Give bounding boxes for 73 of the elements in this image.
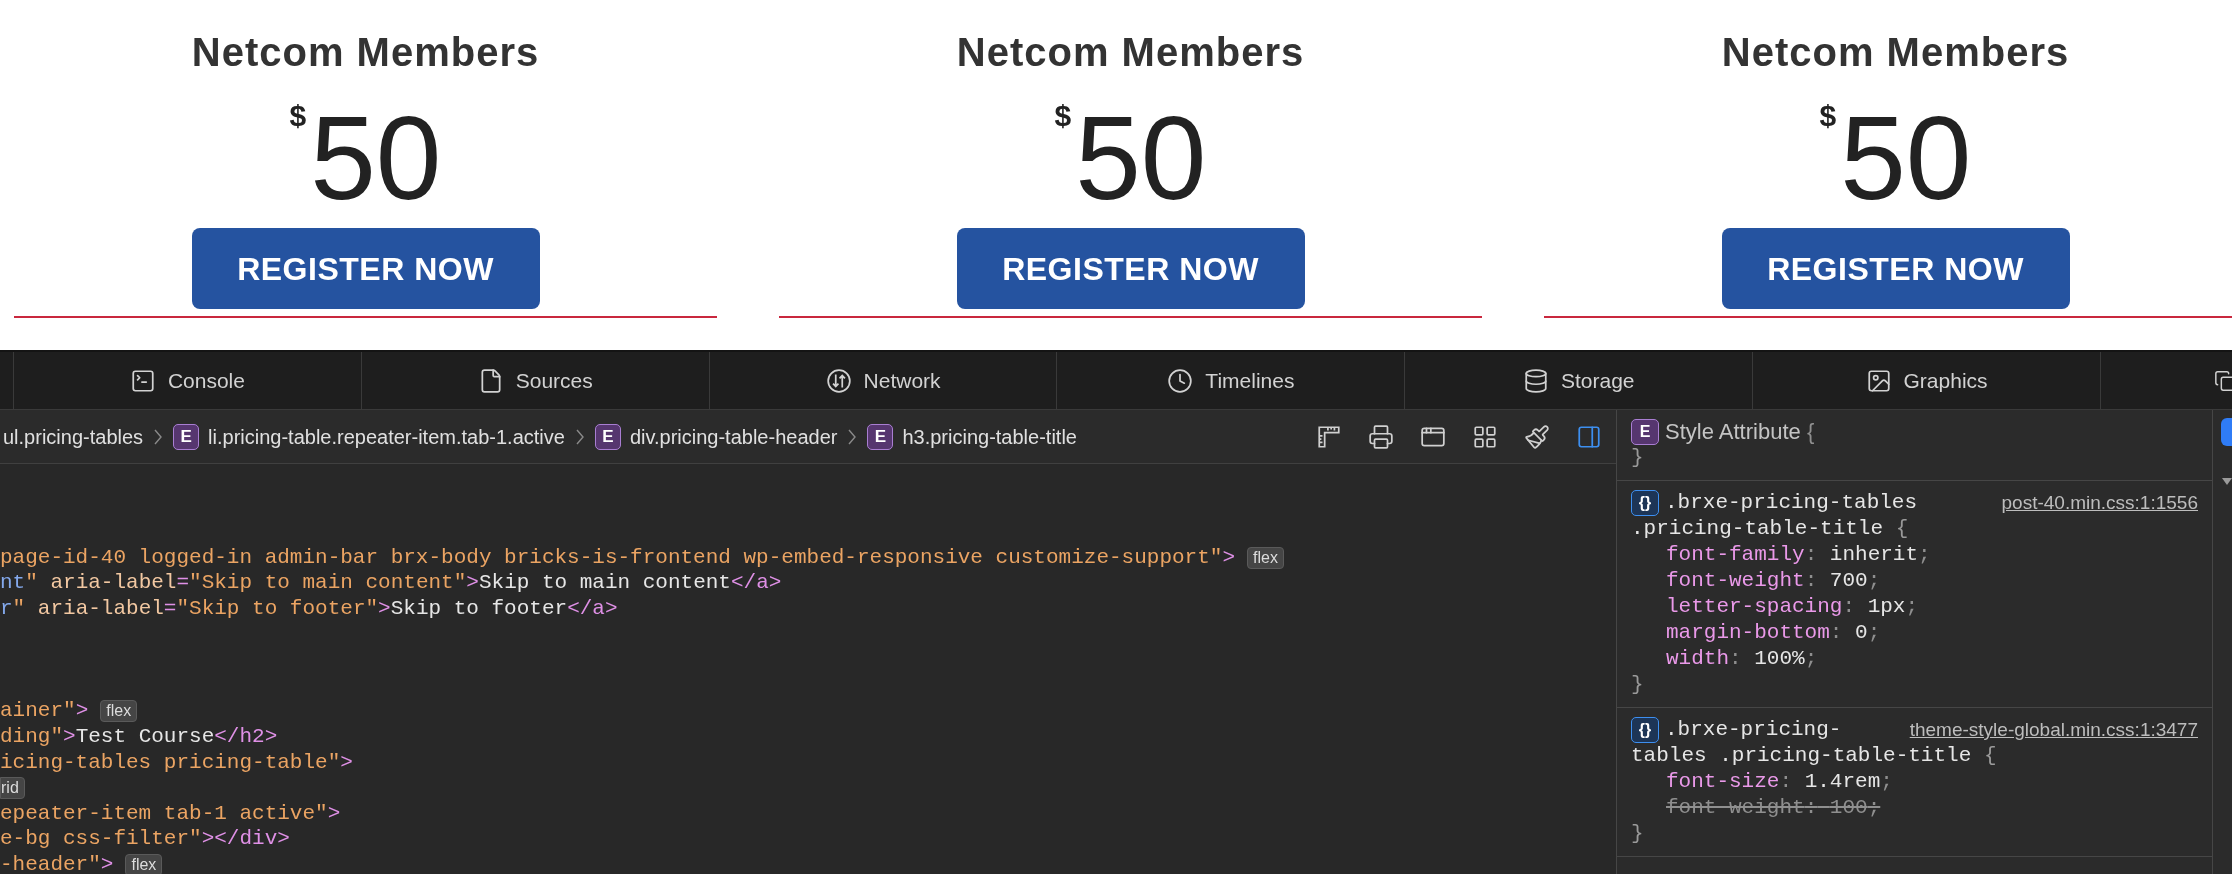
price-amount: 50	[310, 99, 442, 217]
closing-brace: }	[1631, 673, 1644, 696]
currency-symbol: $	[1054, 99, 1072, 133]
element-badge: E	[1631, 419, 1659, 445]
printer-icon[interactable]	[1368, 423, 1394, 450]
css-selector: .brxe-pricing-	[1665, 717, 1842, 743]
element-badge: E	[594, 423, 621, 450]
closing-brace: }	[1631, 446, 1644, 469]
code-line: ding">Test Course</h2>	[0, 723, 278, 750]
code-line: icing-tables pricing-table">	[0, 749, 353, 776]
code-line: r" aria-label="Skip to footer">Skip to footer</a>	[0, 595, 618, 622]
source-link[interactable]: post-40.min.css:1:1556	[2001, 490, 2198, 516]
css-declaration[interactable]: margin-bottom: 0;	[1666, 621, 1881, 644]
layout-badge[interactable]: flex	[1247, 546, 1284, 569]
devtools-tab[interactable]: Storage	[1405, 352, 1754, 409]
element-badge: E	[867, 423, 894, 450]
arrows-circle-icon	[825, 367, 852, 394]
chevron-icon	[848, 428, 857, 445]
price-amount: 50	[1075, 99, 1207, 217]
sidebar-button[interactable]	[2221, 418, 2232, 446]
source-link[interactable]: theme-style-global.min.css:1:3477	[1909, 717, 2198, 743]
css-declaration[interactable]: letter-spacing: 1px;	[1666, 595, 1919, 618]
register-button[interactable]: REGISTER NOW	[1721, 228, 2070, 309]
layout-badge[interactable]: rid	[0, 776, 25, 799]
rule-badge: {}	[1631, 717, 1659, 743]
sidebar-icon[interactable]	[1576, 423, 1602, 450]
caret-icon	[2222, 478, 2232, 486]
css-declaration[interactable]: font-size: 1.4rem;	[1666, 770, 1893, 793]
css-selector: .brxe-pricing-tables	[1665, 490, 1918, 516]
code-line: -header">	[0, 851, 114, 874]
code-line: nt" aria-label="Skip to main content">Skip to main content</a>	[0, 570, 782, 596]
chevron-icon	[154, 428, 163, 445]
element-badge: E	[173, 423, 200, 450]
code-line: epeater-item tab-1 active">	[0, 800, 341, 827]
code-line: e-bg css-filter"></div>	[0, 826, 290, 852]
devtools-tab[interactable]: Graphics	[1753, 352, 2101, 409]
terminal-icon	[129, 367, 156, 394]
devtools-tab[interactable]: Timelines	[1057, 352, 1406, 409]
layout-badge[interactable]: flex	[100, 700, 138, 723]
breadcrumb-item[interactable]: E li.pricing-table.repeater-item.tab-1.active	[173, 421, 565, 452]
devtools-tab[interactable]: Network	[709, 352, 1058, 409]
grid-icon[interactable]	[1472, 423, 1498, 450]
devtools-tab[interactable]: Sources	[361, 352, 710, 409]
css-declaration[interactable]: font-weight: 700;	[1666, 569, 1881, 592]
register-button[interactable]: REGISTER NOW	[956, 228, 1305, 309]
plan-title: Netcom Members	[956, 30, 1305, 74]
breadcrumb-item[interactable]: E div.pricing-table-header	[594, 421, 838, 452]
currency-symbol: $	[289, 99, 307, 133]
register-button[interactable]: REGISTER NOW	[191, 228, 540, 309]
image-icon	[1865, 367, 1892, 394]
rule-badge: {}	[1631, 490, 1659, 516]
brush-icon[interactable]	[1524, 423, 1550, 450]
clock-icon	[1167, 367, 1194, 394]
css-declaration[interactable]: font-family: inherit;	[1666, 543, 1931, 566]
chevron-icon	[575, 428, 584, 445]
price-amount: 50	[1840, 99, 1972, 217]
style-attribute-label: Style Attribute {	[1665, 419, 1815, 445]
plan-title: Netcom Members	[1721, 30, 2070, 74]
plan-title: Netcom Members	[191, 30, 540, 74]
devtools-tab[interactable]: Console	[14, 352, 362, 409]
layout-badge[interactable]: flex	[125, 853, 163, 874]
code-line: page-id-40 logged-in admin-bar brx-body bricks-is-frontend wp-embed-responsive customize-support">	[0, 544, 1235, 571]
database-icon	[1522, 367, 1549, 394]
code-line: ainer">	[0, 698, 89, 724]
css-selector: .pricing-table-title {	[1631, 516, 1909, 542]
breadcrumb-item[interactable]: ul.pricing-tables	[3, 421, 144, 452]
css-declaration[interactable]: width: 100%;	[1666, 647, 1818, 670]
css-selector: tables .pricing-table-title {	[1631, 743, 1997, 769]
css-declaration[interactable]: font-weight: 100;	[1666, 796, 1881, 819]
currency-symbol: $	[1819, 99, 1837, 133]
breadcrumb-item[interactable]: E h3.pricing-table-title	[867, 421, 1077, 452]
closing-brace: }	[1631, 822, 1644, 845]
ruler-icon[interactable]	[1316, 423, 1342, 450]
